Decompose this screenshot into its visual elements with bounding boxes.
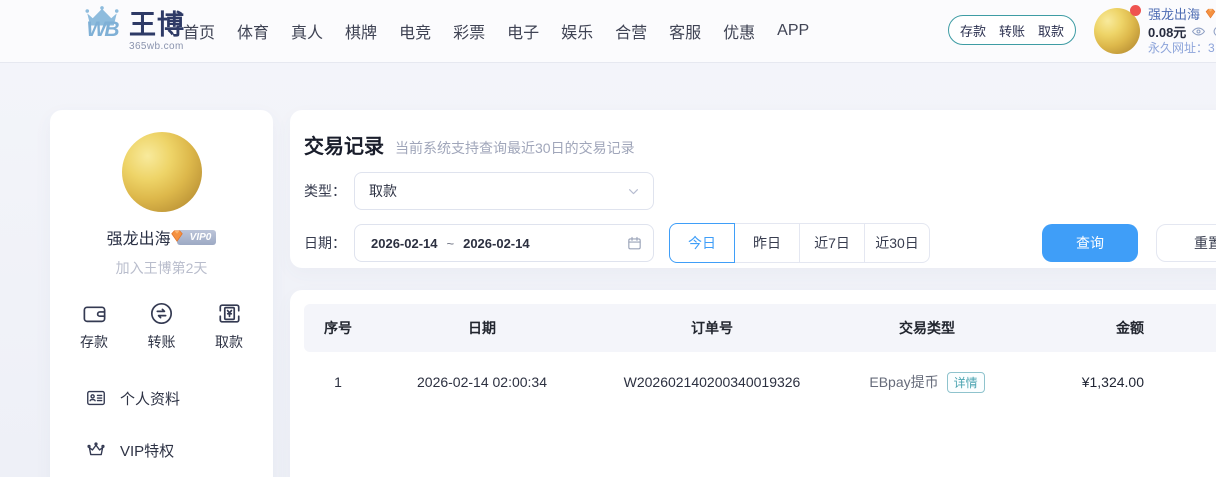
topbar: WB 王博 365wb.com 首页 体育 真人 棋牌 电竞 彩票 电子 娱乐 … (0, 0, 1216, 62)
vip-badge: VIP0 (177, 230, 217, 245)
type-select[interactable]: 取款 (354, 172, 654, 210)
quick-actions: 存款 转账 取款 (50, 300, 273, 352)
quick-action-label: 取款 (215, 332, 243, 352)
vip-gem-icon (168, 227, 186, 245)
date-range-group: 今日 昨日 近7日 近30日 (669, 223, 930, 263)
join-days-text: 加入王博第2天 (50, 258, 273, 278)
range-today-button[interactable]: 今日 (669, 223, 735, 263)
date-filter-row: 日期： 2026-02-14 ~ 2026-02-14 今日 昨日 近7日 近3… (290, 223, 1216, 263)
brand-domain: 365wb.com (129, 41, 185, 52)
col-type: 交易类型 (832, 318, 1022, 338)
main-nav: 首页 体育 真人 棋牌 电竞 彩票 电子 娱乐 合营 客服 优惠 APP (183, 0, 809, 62)
cell-date: 2026-02-14 02:00:34 (372, 374, 592, 390)
vip-gem-icon (1203, 6, 1216, 21)
crown-icon (85, 439, 107, 461)
date-label: 日期： (304, 233, 354, 253)
permanent-url[interactable]: 永久网址：3 (1148, 40, 1216, 57)
sidebar-item-label: VIP特权 (120, 440, 174, 461)
nav-item-sports[interactable]: 体育 (237, 19, 269, 43)
detail-link[interactable]: 详情 (947, 372, 985, 393)
refresh-icon[interactable] (1211, 24, 1216, 39)
nav-item-home[interactable]: 首页 (183, 19, 215, 43)
reset-button[interactable]: 重置 (1156, 224, 1216, 262)
profile-sidebar: 强龙出海 VIP0 加入王博第2天 存款 (50, 110, 273, 477)
table-row: 1 2026-02-14 02:00:34 W20260214020034001… (304, 352, 1216, 412)
quick-action-deposit[interactable]: 存款 (80, 300, 108, 352)
transaction-filter-card: 交易记录 当前系统支持查询最近30日的交易记录 类型： 取款 日期： 2026-… (290, 110, 1216, 268)
nav-item-board[interactable]: 棋牌 (345, 19, 377, 43)
nav-item-live[interactable]: 真人 (291, 19, 323, 43)
date-start-value: 2026-02-14 (371, 236, 438, 251)
withdraw-icon (216, 300, 243, 327)
sidebar-item-vip[interactable]: VIP特权 (50, 424, 273, 476)
range-yesterday-button[interactable]: 昨日 (734, 223, 800, 263)
nav-item-entertainment[interactable]: 娱乐 (561, 19, 593, 43)
page: WB 王博 365wb.com 首页 体育 真人 棋牌 电竞 彩票 电子 娱乐 … (0, 0, 1216, 477)
col-amount: 金额 (1022, 318, 1174, 338)
crown-wb-logo-icon: WB (84, 6, 120, 40)
quick-action-transfer[interactable]: 转账 (148, 300, 176, 352)
cell-status: 成功 (1174, 372, 1216, 392)
nav-item-slots[interactable]: 电子 (507, 19, 539, 43)
type-label: 类型： (304, 181, 354, 201)
quick-action-label: 转账 (148, 332, 176, 352)
type-filter-row: 类型： 取款 (290, 172, 1216, 210)
sidebar-menu: 个人资料 VIP特权 (50, 372, 273, 476)
nav-item-esports[interactable]: 电竞 (399, 19, 431, 43)
col-date: 日期 (372, 318, 592, 338)
date-separator: ~ (447, 236, 455, 251)
vip-badge-label: VIP0 (190, 232, 212, 243)
table-header-row: 序号 日期 订单号 交易类型 金额 状态 (304, 304, 1216, 352)
transaction-type-text: EBpay提币 (869, 372, 938, 392)
sidebar-item-label: 个人资料 (120, 388, 180, 409)
id-card-icon (85, 387, 107, 409)
range-30days-button[interactable]: 近30日 (864, 223, 930, 263)
search-button[interactable]: 查询 (1042, 224, 1138, 262)
sidebar-name-row: 强龙出海 VIP0 (50, 225, 273, 249)
chevron-down-icon (625, 183, 642, 200)
logo-wb-letters: WB (87, 19, 118, 40)
nav-item-promo[interactable]: 优惠 (723, 19, 755, 43)
sidebar-item-profile[interactable]: 个人资料 (50, 372, 273, 424)
brand-logo[interactable]: WB 王博 365wb.com (84, 6, 185, 52)
brand-name: 王博 (129, 11, 185, 39)
sidebar-avatar[interactable] (122, 132, 202, 212)
topbar-withdraw-link[interactable]: 取款 (1038, 21, 1064, 40)
cell-amount: ¥1,324.00 (1022, 374, 1174, 390)
username[interactable]: 强龙出海 (1148, 4, 1200, 23)
title-row: 交易记录 当前系统支持查询最近30日的交易记录 (290, 110, 1216, 159)
sidebar-username: 强龙出海 (107, 225, 171, 249)
wallet-actions-pill: 存款 转账 取款 (948, 15, 1076, 45)
notification-dot (1130, 5, 1141, 16)
logo-text: 王博 365wb.com (129, 11, 185, 52)
type-select-value: 取款 (355, 181, 397, 201)
avatar[interactable] (1094, 8, 1140, 54)
topbar-deposit-link[interactable]: 存款 (960, 21, 986, 40)
col-status: 状态 (1174, 318, 1216, 338)
transaction-table-card: 序号 日期 订单号 交易类型 金额 状态 1 2026-02-14 02:00:… (290, 290, 1216, 477)
quick-action-label: 存款 (80, 332, 108, 352)
col-order-no: 订单号 (592, 318, 832, 338)
eye-icon[interactable] (1191, 24, 1206, 39)
nav-item-lottery[interactable]: 彩票 (453, 19, 485, 43)
col-index: 序号 (304, 318, 372, 338)
date-end-value: 2026-02-14 (463, 236, 530, 251)
date-range-input[interactable]: 2026-02-14 ~ 2026-02-14 (354, 224, 654, 262)
cell-type: EBpay提币 详情 (832, 372, 1022, 393)
transfer-icon (148, 300, 175, 327)
nav-item-support[interactable]: 客服 (669, 19, 701, 43)
wallet-icon (81, 300, 108, 327)
nav-item-app[interactable]: APP (777, 22, 809, 40)
quick-action-withdraw[interactable]: 取款 (215, 300, 243, 352)
cell-order-no: W202602140200340019326 (592, 374, 832, 390)
nav-item-affiliate[interactable]: 合营 (615, 19, 647, 43)
user-info: 强龙出海 0.08元 永久网址：3 (1148, 5, 1216, 57)
page-subtitle: 当前系统支持查询最近30日的交易记录 (395, 138, 635, 158)
page-title: 交易记录 (304, 130, 384, 159)
calendar-icon (626, 235, 643, 252)
topbar-transfer-link[interactable]: 转账 (999, 21, 1025, 40)
cell-index: 1 (304, 374, 372, 390)
balance-value: 0.08元 (1148, 22, 1186, 41)
range-7days-button[interactable]: 近7日 (799, 223, 865, 263)
